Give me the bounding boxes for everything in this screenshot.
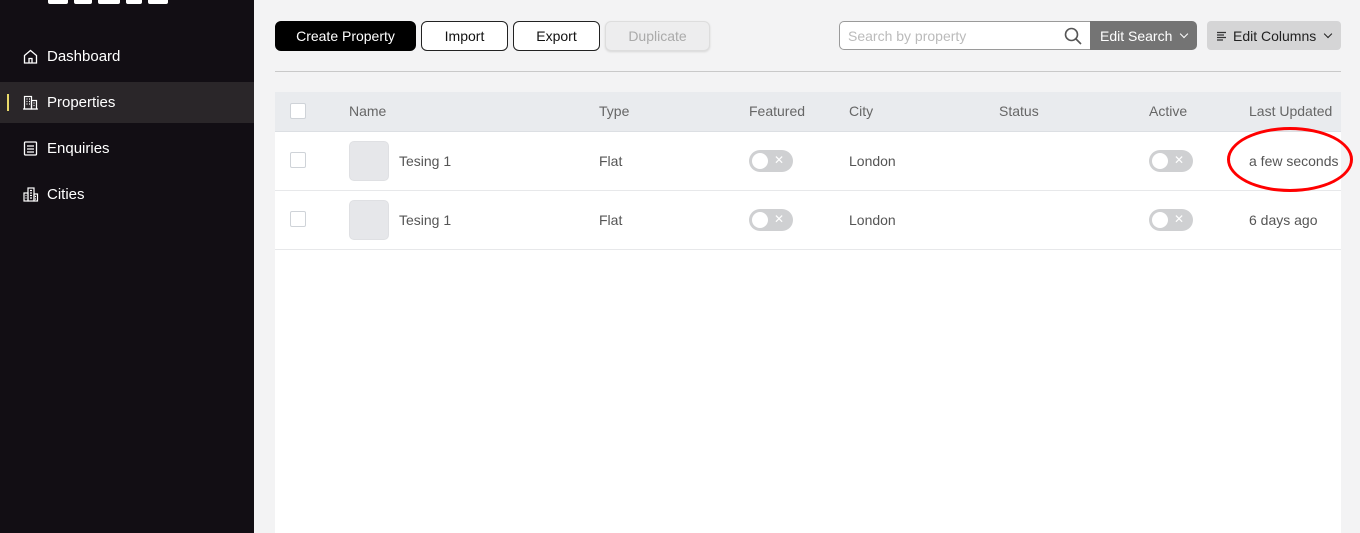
- featured-toggle[interactable]: ✕: [749, 209, 793, 231]
- sidebar-item-label: Cities: [47, 186, 85, 203]
- property-name[interactable]: Tesing 1: [399, 151, 451, 171]
- sidebar-item-cities[interactable]: Cities: [0, 174, 254, 215]
- property-city: London: [849, 212, 896, 228]
- edit-columns-label: Edit Columns: [1233, 27, 1317, 44]
- sidebar-item-properties[interactable]: Properties: [0, 82, 254, 123]
- sidebar-item-label: Properties: [47, 94, 116, 111]
- export-button[interactable]: Export: [513, 21, 600, 51]
- column-header-featured[interactable]: Featured: [749, 92, 805, 132]
- chevron-down-icon: [1180, 29, 1189, 38]
- last-updated-value: 6 days ago: [1249, 212, 1318, 228]
- document-list-icon: [22, 140, 39, 157]
- duplicate-button[interactable]: Duplicate: [605, 21, 710, 51]
- create-property-button[interactable]: Create Property: [275, 21, 416, 51]
- column-header-name[interactable]: Name: [349, 92, 386, 132]
- property-thumbnail: [349, 200, 389, 240]
- city-icon: [22, 186, 39, 203]
- edit-columns-button[interactable]: Edit Columns: [1207, 21, 1341, 50]
- column-header-type[interactable]: Type: [599, 92, 629, 132]
- properties-table: Name Type Featured City Status Active La…: [275, 92, 1341, 533]
- building-icon: [22, 94, 39, 111]
- edit-search-label: Edit Search: [1100, 27, 1173, 44]
- sidebar-item-enquiries[interactable]: Enquiries: [0, 128, 254, 169]
- column-header-status[interactable]: Status: [999, 92, 1039, 132]
- close-icon: ✕: [773, 212, 784, 226]
- property-type: Flat: [599, 212, 623, 228]
- last-updated-value: a few seconds: [1249, 153, 1339, 169]
- property-thumbnail: [349, 141, 389, 181]
- column-header-last-updated[interactable]: Last Updated: [1249, 92, 1332, 132]
- toggle-knob: [1152, 212, 1168, 228]
- column-header-city[interactable]: City: [849, 92, 873, 132]
- toggle-knob: [752, 153, 768, 169]
- home-icon: [22, 48, 39, 65]
- table-row[interactable]: Tesing 1 Flat ✕ London ✕ 6 days ago: [275, 191, 1341, 250]
- sidebar-item-label: Dashboard: [47, 48, 121, 65]
- search-box: [839, 21, 1090, 50]
- featured-toggle[interactable]: ✕: [749, 150, 793, 172]
- close-icon: ✕: [1173, 153, 1184, 167]
- toggle-knob: [1152, 153, 1168, 169]
- sidebar: Dashboard Properties Enquiries Cities: [0, 0, 254, 533]
- sidebar-item-label: Enquiries: [47, 140, 110, 157]
- select-all-checkbox[interactable]: [290, 103, 306, 119]
- columns-icon: [1216, 31, 1227, 41]
- search-icon[interactable]: [1064, 27, 1082, 45]
- row-checkbox[interactable]: [290, 211, 306, 227]
- sidebar-item-dashboard[interactable]: Dashboard: [0, 36, 254, 77]
- property-type: Flat: [599, 153, 623, 169]
- property-city: London: [849, 153, 896, 169]
- table-row[interactable]: Tesing 1 Flat ✕ London ✕ a few seconds: [275, 132, 1341, 191]
- active-toggle[interactable]: ✕: [1149, 209, 1193, 231]
- import-button[interactable]: Import: [421, 21, 508, 51]
- search-input[interactable]: [840, 27, 1060, 44]
- column-header-active[interactable]: Active: [1149, 92, 1187, 132]
- property-name[interactable]: Tesing 1: [399, 210, 451, 230]
- table-header: Name Type Featured City Status Active La…: [275, 92, 1341, 132]
- toolbar-divider: [275, 71, 1341, 72]
- edit-search-button[interactable]: Edit Search: [1090, 21, 1197, 50]
- close-icon: ✕: [1173, 212, 1184, 226]
- row-checkbox[interactable]: [290, 152, 306, 168]
- active-toggle[interactable]: ✕: [1149, 150, 1193, 172]
- toggle-knob: [752, 212, 768, 228]
- logo: [48, 0, 190, 4]
- close-icon: ✕: [773, 153, 784, 167]
- chevron-down-icon: [1324, 29, 1333, 38]
